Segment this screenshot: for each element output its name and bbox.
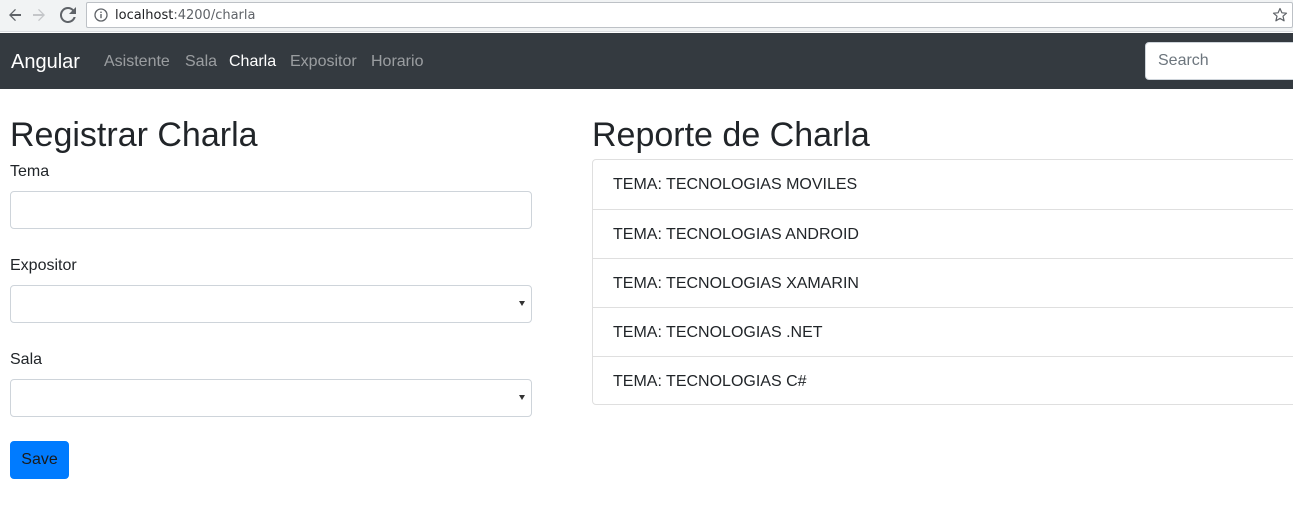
back-arrow-icon[interactable] <box>4 4 26 26</box>
nav-link-sala[interactable]: Sala <box>185 52 217 72</box>
dropdown-caret-icon <box>519 395 525 400</box>
browser-toolbar: localhost:4200/charla <box>0 0 1293 32</box>
save-button[interactable]: Save <box>10 441 69 479</box>
url-text[interactable]: localhost:4200/charla <box>115 8 255 23</box>
bookmark-star-icon[interactable] <box>1272 7 1288 23</box>
sala-label: Sala <box>10 351 43 368</box>
list-item: TEMA: TECNOLOGIAS XAMARIN <box>593 258 1293 307</box>
sala-select[interactable] <box>10 379 532 417</box>
form-title: Registrar Charla <box>10 116 258 154</box>
report-title: Reporte de Charla <box>592 116 870 154</box>
search-input[interactable] <box>1145 42 1293 80</box>
list-item: TEMA: TECNOLOGIAS .NET <box>593 307 1293 356</box>
list-item-text: TEMA: TECNOLOGIAS XAMARIN <box>613 275 859 292</box>
nav-link-asistente[interactable]: Asistente <box>104 52 170 72</box>
list-item-text: TEMA: TECNOLOGIAS MOVILES <box>613 176 858 193</box>
list-item: TEMA: TECNOLOGIAS MOVILES <box>593 160 1293 209</box>
list-item: TEMA: TECNOLOGIAS C# <box>593 356 1293 405</box>
url-path: :4200/charla <box>173 8 256 23</box>
tema-label: Tema <box>10 163 50 180</box>
list-item-text: TEMA: TECNOLOGIAS C# <box>613 373 807 390</box>
list-item-text: TEMA: TECNOLOGIAS ANDROID <box>613 226 859 243</box>
url-host: localhost <box>115 8 174 23</box>
list-item: TEMA: TECNOLOGIAS ANDROID <box>593 209 1293 258</box>
list-item-text: TEMA: TECNOLOGIAS .NET <box>613 324 823 341</box>
navbar: Angular Asistente Sala Charla Expositor … <box>0 33 1293 89</box>
nav-link-expositor[interactable]: Expositor <box>290 52 357 72</box>
nav-link-horario[interactable]: Horario <box>371 52 423 72</box>
expositor-select[interactable] <box>10 285 532 323</box>
nav-link-charla[interactable]: Charla <box>229 52 276 72</box>
forward-arrow-icon[interactable] <box>28 4 50 26</box>
expositor-label: Expositor <box>10 257 77 274</box>
address-bar[interactable]: localhost:4200/charla <box>86 2 1293 28</box>
reload-icon[interactable] <box>57 4 79 26</box>
info-icon[interactable] <box>94 8 108 22</box>
dropdown-caret-icon <box>519 301 525 306</box>
report-list: TEMA: TECNOLOGIAS MOVILES TEMA: TECNOLOG… <box>592 159 1293 405</box>
tema-input[interactable] <box>10 191 532 229</box>
navbar-brand[interactable]: Angular <box>11 50 80 74</box>
